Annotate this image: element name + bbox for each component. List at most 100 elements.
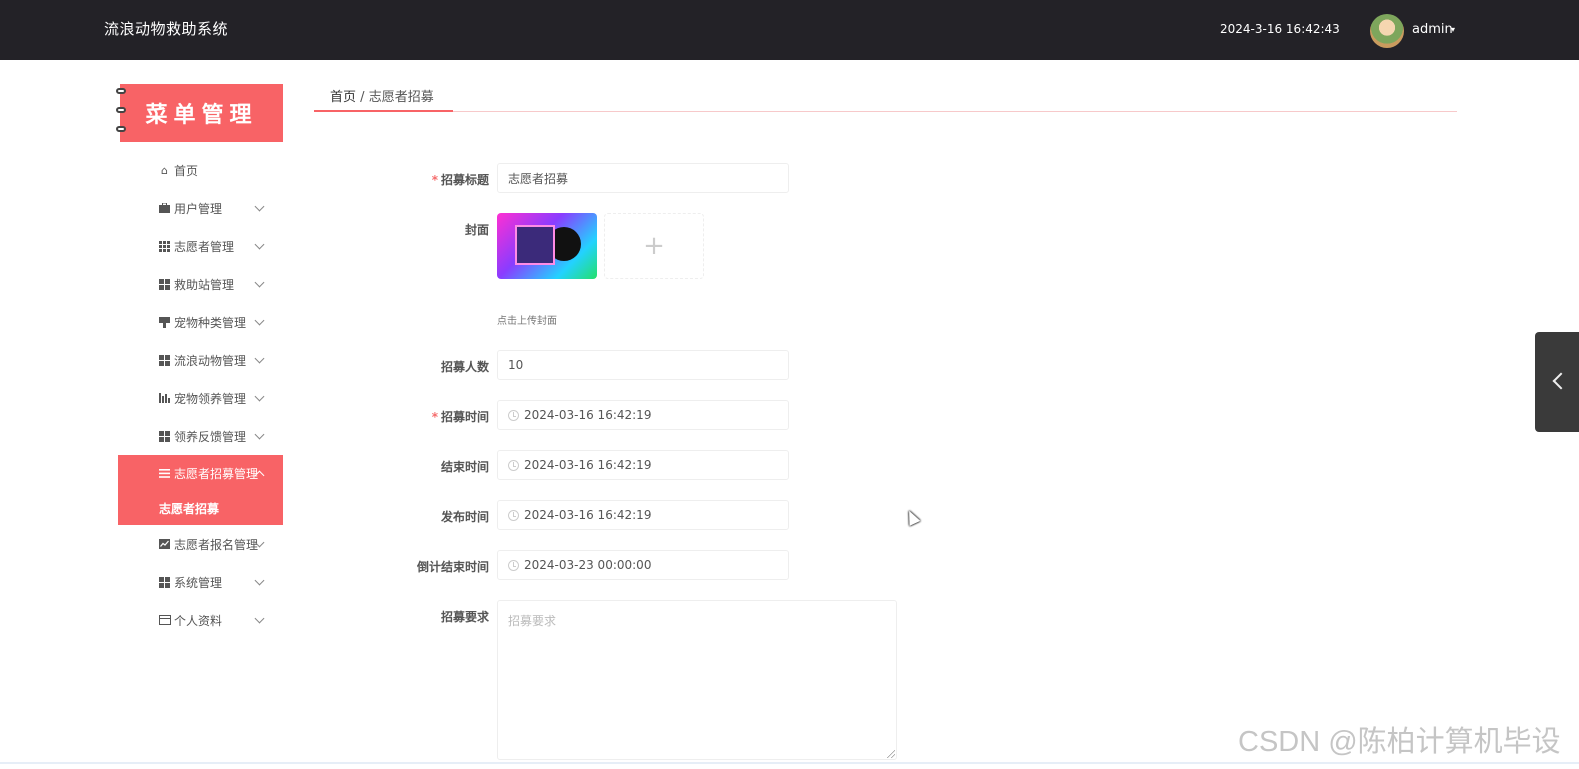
end-time-label: 结束时间 (440, 460, 489, 474)
stamp-icon (158, 316, 171, 329)
side-panel-toggle[interactable] (1535, 332, 1579, 432)
current-datetime: 2024-3-16 16:42:43 (1220, 22, 1340, 36)
grid-icon (158, 240, 171, 253)
chevron-down-icon (254, 315, 265, 326)
plus-icon: + (643, 231, 665, 261)
count-input[interactable]: 10 (497, 350, 789, 380)
top-bar: 流浪动物救助系统 2024-3-16 16:42:43 admin ▾ (0, 0, 1579, 60)
sidebar-item-volunteer-signup[interactable]: 志愿者报名管理 (118, 525, 283, 563)
breadcrumb-home[interactable]: 首页 (330, 90, 356, 105)
sidebar-item-system[interactable]: 系统管理 (118, 563, 283, 601)
home-icon: ⌂ (161, 163, 168, 177)
chevron-down-icon (254, 429, 265, 440)
bottom-divider (0, 762, 1579, 764)
sidebar-item-stations[interactable]: 救助站管理 (118, 265, 283, 303)
sidebar-item-label: 志愿者管理 (174, 239, 235, 254)
sidebar-item-label: 志愿者报名管理 (174, 537, 259, 552)
sidebar-item-profile[interactable]: 个人资料 (118, 601, 283, 639)
upload-hint: 点击上传封面 (497, 316, 557, 327)
recruit-time-value: 2024-03-16 16:42:19 (524, 408, 652, 422)
sidebar-item-label: 领养反馈管理 (174, 429, 247, 444)
chart-icon (158, 392, 171, 405)
briefcase-icon (158, 202, 171, 215)
clock-icon (508, 409, 519, 421)
avatar[interactable] (1370, 14, 1404, 48)
chevron-down-icon (254, 277, 265, 288)
publish-time-value: 2024-03-16 16:42:19 (524, 508, 652, 522)
title-input[interactable]: 志愿者招募 (497, 163, 789, 193)
sidebar-item-label: 首页 (174, 163, 199, 178)
user-menu-name[interactable]: admin (1412, 22, 1453, 37)
sidebar-item-label: 个人资料 (174, 613, 223, 628)
countdown-time-picker[interactable]: 2024-03-23 00:00:00 (497, 550, 789, 580)
watermark: CSDN @陈柏计算机毕设 (1238, 726, 1561, 758)
requirement-label-wrap: 招募要求 (400, 608, 489, 624)
requirement-label: 招募要求 (440, 610, 489, 624)
end-time-value: 2024-03-16 16:42:19 (524, 458, 652, 472)
publish-time-label: 发布时间 (440, 510, 489, 524)
upload-cover-button[interactable]: + (604, 213, 704, 279)
sidebar-item-adoption-feedback[interactable]: 领养反馈管理 (118, 417, 283, 455)
sidebar-item-label: 系统管理 (174, 575, 223, 590)
sidebar-item-volunteers[interactable]: 志愿者管理 (118, 227, 283, 265)
countdown-time-value: 2024-03-23 00:00:00 (524, 558, 652, 572)
sidebar-menu: ⌂ 首页 用户管理 志愿者管理 救助站管理 宠物种类管理 流浪动物管理 宠物领养… (118, 151, 283, 639)
chevron-down-icon (254, 391, 265, 402)
list-icon (158, 467, 171, 480)
chevron-down-icon (254, 353, 265, 364)
cover-label-wrap: 封面 (400, 221, 489, 237)
required-mark: * (431, 410, 438, 424)
sidebar-item-label: 宠物种类管理 (174, 315, 247, 330)
clock-icon (508, 509, 519, 521)
countdown-label: 倒计结束时间 (416, 560, 489, 574)
app-title: 流浪动物救助系统 (104, 20, 229, 38)
publish-time-picker[interactable]: 2024-03-16 16:42:19 (497, 500, 789, 530)
cover-image[interactable] (497, 213, 597, 279)
breadcrumb-active-underline (314, 110, 453, 112)
chevron-down-icon (254, 613, 265, 624)
countdown-label-wrap: 倒计结束时间 (400, 558, 489, 574)
breadcrumb-bar: 首页 / 志愿者招募 (314, 84, 1457, 112)
requirement-textarea[interactable]: 招募要求 (497, 600, 897, 760)
breadcrumb-current: 志愿者招募 (368, 90, 434, 105)
breadcrumb: 首页 / 志愿者招募 (330, 86, 434, 105)
recruit-time-label: * 招募时间 (432, 408, 489, 425)
end-time-label-wrap: 结束时间 (400, 458, 489, 474)
sidebar-item-label: 用户管理 (174, 201, 223, 216)
sidebar-item-home[interactable]: ⌂ 首页 (118, 151, 283, 189)
clock-icon (508, 459, 519, 471)
count-label-wrap: 招募人数 (400, 358, 489, 374)
count-label: 招募人数 (440, 360, 489, 374)
mouse-cursor-icon (903, 508, 921, 526)
card-icon (158, 614, 171, 627)
recruit-time-picker[interactable]: 2024-03-16 16:42:19 (497, 400, 789, 430)
title-label: * 招募标题 (432, 171, 489, 188)
requirement-placeholder: 招募要求 (508, 614, 557, 628)
recruit-time-label-wrap: * 招募时间 (400, 408, 489, 424)
sidebar-item-label: 流浪动物管理 (174, 353, 247, 368)
sidebar-item-pet-types[interactable]: 宠物种类管理 (118, 303, 283, 341)
grid-icon (158, 278, 171, 291)
end-time-picker[interactable]: 2024-03-16 16:42:19 (497, 450, 789, 480)
sidebar-item-label: 志愿者招募管理 (174, 466, 259, 481)
chevron-down-icon (254, 239, 265, 250)
sidebar-item-volunteer-recruitment[interactable]: 志愿者招募管理 (118, 455, 283, 491)
resize-handle-icon[interactable] (887, 750, 895, 758)
sidebar-subitem-volunteer-recruit[interactable]: 志愿者招募 (118, 491, 283, 525)
menu-banner: 菜单管理 (120, 84, 283, 142)
sidebar-item-stray-animals[interactable]: 流浪动物管理 (118, 341, 283, 379)
sidebar-item-users[interactable]: 用户管理 (118, 189, 283, 227)
trend-icon (158, 538, 171, 551)
title-label-wrap: * 招募标题 (400, 171, 489, 187)
required-mark: * (431, 173, 438, 187)
publish-time-label-wrap: 发布时间 (400, 508, 489, 524)
caret-down-icon[interactable]: ▾ (1451, 25, 1455, 34)
notebook-rings-icon (116, 88, 126, 138)
grid-icon (158, 354, 171, 367)
breadcrumb-separator: / (360, 90, 365, 105)
sidebar-item-label: 宠物领养管理 (174, 391, 247, 406)
sidebar-item-adoption[interactable]: 宠物领养管理 (118, 379, 283, 417)
sidebar-item-label: 救助站管理 (174, 277, 235, 292)
cover-card (515, 225, 555, 265)
cover-label: 封面 (464, 223, 489, 237)
